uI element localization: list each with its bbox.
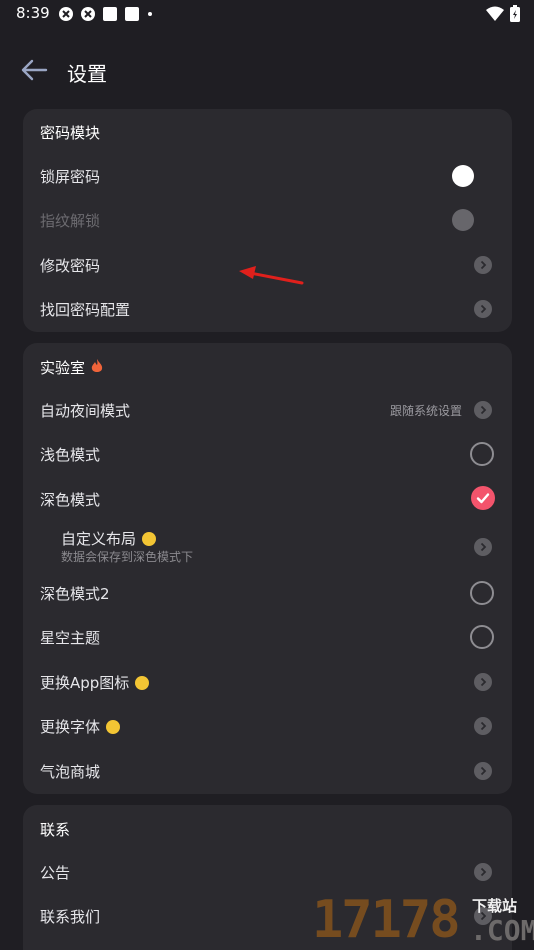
row-label: 浅色模式 [40, 446, 101, 464]
starry-theme-radio[interactable] [470, 625, 494, 649]
back-arrow-icon[interactable] [20, 58, 48, 82]
row-label: 锁屏密码 [40, 168, 101, 186]
row-label: 更换字体 [40, 716, 121, 737]
section-title-text: 实验室 [40, 359, 86, 377]
section-title: 密码模块 [40, 124, 101, 142]
row-label: 修改密码 [40, 257, 101, 275]
status-bar: 8:39 [0, 0, 534, 28]
chevron-right-icon [474, 673, 492, 691]
password-section: 密码模块 锁屏密码 指纹解锁 修改密码 找回密码配置 [23, 109, 512, 332]
chevron-right-icon [474, 538, 492, 556]
dark-mode-row[interactable]: 深色模式 [23, 479, 512, 519]
starry-theme-row[interactable]: 星空主题 [23, 617, 512, 657]
page-title: 设置 [67, 62, 107, 86]
chevron-right-icon [474, 717, 492, 735]
lab-section: 实验室 自动夜间模式 跟随系统设置 浅色模式 深色模式 自定义布局 数据会保存到… [23, 343, 512, 794]
flame-icon [91, 359, 103, 372]
chevron-right-icon [474, 401, 492, 419]
row-label-text: 更换字体 [40, 718, 101, 736]
custom-layout-row[interactable]: 自定义布局 数据会保存到深色模式下 [23, 524, 512, 574]
vip-badge-icon [106, 719, 121, 734]
section-title: 联系 [40, 821, 71, 839]
row-label-text: 自定义布局 [61, 530, 137, 548]
row-value: 跟随系统设置 [389, 404, 462, 418]
vip-badge-icon [135, 675, 150, 690]
watermark-site: 下载站 [472, 897, 518, 915]
light-mode-row[interactable]: 浅色模式 [23, 434, 512, 474]
row-label: 深色模式2 [40, 585, 110, 603]
lock-screen-toggle[interactable] [452, 165, 474, 187]
chevron-right-icon [474, 256, 492, 274]
battery-icon [510, 5, 520, 22]
chevron-right-icon [474, 762, 492, 780]
vip-badge-icon [142, 531, 157, 546]
square-notification-icon [103, 7, 117, 21]
fingerprint-unlock-row: 指纹解锁 [23, 200, 512, 240]
row-label: 星空主题 [40, 629, 101, 647]
section-title: 实验室 [40, 357, 103, 378]
more-dot-icon [148, 12, 152, 16]
chevron-right-icon [474, 300, 492, 318]
chevron-right-icon [474, 863, 492, 881]
app-notification-icon [59, 7, 73, 21]
row-label: 更换App图标 [40, 672, 150, 693]
wifi-icon [486, 6, 504, 21]
watermark-domain: .COM [470, 914, 534, 947]
app-notification-icon [81, 7, 95, 21]
change-app-icon-row[interactable]: 更换App图标 [23, 662, 512, 702]
row-subtitle: 数据会保存到深色模式下 [61, 550, 194, 564]
light-mode-radio[interactable] [470, 442, 494, 466]
row-label: 联系我们 [40, 908, 101, 926]
site-watermark: 17178 下载站 .COM [312, 890, 534, 950]
announcement-row[interactable]: 公告 [23, 852, 512, 892]
row-label: 公告 [40, 864, 71, 882]
change-font-row[interactable]: 更换字体 [23, 706, 512, 746]
square-notification-icon [125, 7, 139, 21]
row-label-text: 更换App图标 [40, 674, 130, 692]
dark-mode-2-radio[interactable] [470, 581, 494, 605]
watermark-number: 17178 [312, 890, 461, 950]
recover-password-row[interactable]: 找回密码配置 [23, 289, 512, 329]
annotation-arrow-icon [239, 266, 304, 285]
row-label: 指纹解锁 [40, 212, 101, 230]
fingerprint-toggle [452, 209, 474, 231]
row-label: 自动夜间模式 [40, 402, 131, 420]
bubble-store-row[interactable]: 气泡商城 [23, 751, 512, 791]
notification-icons [58, 6, 154, 22]
dark-mode-2-row[interactable]: 深色模式2 [23, 573, 512, 613]
row-label: 自定义布局 [61, 528, 157, 549]
checkmark-icon[interactable] [471, 486, 495, 510]
status-time: 8:39 [16, 4, 50, 22]
app-header: 设置 [0, 48, 534, 94]
row-label: 深色模式 [40, 491, 101, 509]
row-label: 气泡商城 [40, 763, 101, 781]
row-label: 找回密码配置 [40, 301, 131, 319]
auto-night-mode-row[interactable]: 自动夜间模式 跟随系统设置 [23, 390, 512, 430]
lock-screen-password-row[interactable]: 锁屏密码 [23, 156, 512, 196]
